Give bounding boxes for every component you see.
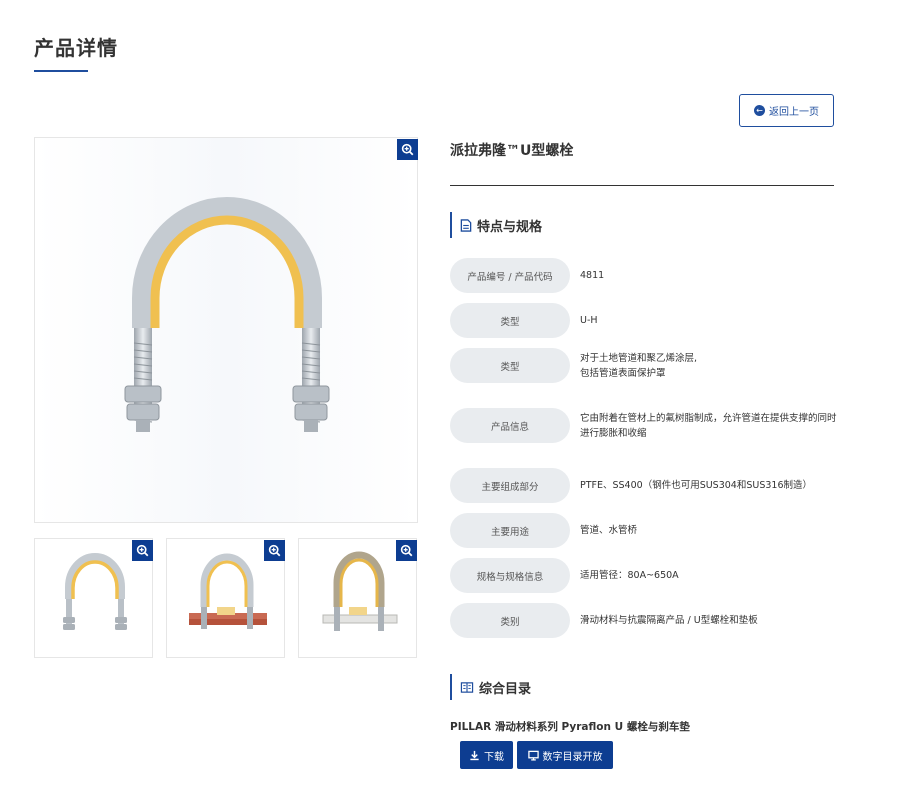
digital-catalog-button-label: 数字目录开放 (542, 751, 603, 763)
back-button[interactable]: ← 返回上一页 (739, 94, 834, 127)
spec-label: 类型 (450, 348, 570, 383)
monitor-icon (527, 750, 539, 761)
main-product-image[interactable] (34, 137, 418, 523)
spec-label: 类别 (450, 603, 570, 638)
download-button-label: 下载 (484, 751, 504, 763)
spec-label: 主要用途 (450, 513, 570, 548)
spec-row: 类别 滑动材料与抗震隔离产品 / U型螺栓和垫板 (450, 603, 840, 638)
spec-value: 管道、水管桥 (580, 525, 638, 536)
spec-row: 类型 对于土地管道和聚乙烯涂层, 包括管道表面保护罩 (450, 348, 840, 383)
catalog-item-title: PILLAR 滑动材料系列 Pyraflon U 螺栓与刹车垫 (450, 721, 690, 733)
download-icon (470, 750, 479, 760)
zoom-in-icon[interactable] (397, 139, 418, 160)
spec-row: 主要用途 管道、水管桥 (450, 513, 840, 548)
thumbnail-1[interactable] (34, 538, 153, 658)
spec-row: 规格与规格信息 适用管径：80A~650A (450, 558, 840, 593)
spec-value: 4811 (580, 270, 605, 281)
spec-value: 适用管径：80A~650A (580, 570, 679, 581)
zoom-in-icon[interactable] (396, 540, 417, 561)
digital-catalog-button[interactable]: 数字目录开放 (517, 741, 613, 769)
specs-section-heading: 特点与规格 (450, 212, 542, 238)
catalog-section-title: 综合目录 (479, 681, 532, 697)
product-name: 派拉弗隆™U型螺栓 (450, 143, 574, 159)
arrow-left-icon: ← (754, 105, 765, 116)
spec-label: 规格与规格信息 (450, 558, 570, 593)
download-button[interactable]: 下载 (460, 741, 513, 769)
spec-label: 主要组成部分 (450, 468, 570, 503)
spec-label: 产品信息 (450, 408, 570, 443)
document-icon (460, 218, 472, 232)
spec-value: 滑动材料与抗震隔离产品 / U型螺栓和垫板 (580, 615, 758, 626)
spec-value: PTFE、SS400（钢件也可用SUS304和SUS316制造） (580, 480, 812, 491)
thumbnail-3[interactable] (298, 538, 417, 658)
spec-label: 类型 (450, 303, 570, 338)
u-bolt-illustration (124, 197, 330, 432)
page-title: 产品详情 (34, 36, 118, 60)
spec-value: 它由附着在管材上的氟树脂制成，允许管道在提供支撑的同时进行膨胀和收缩 (580, 412, 837, 439)
spec-row: 类型 U-H (450, 303, 840, 338)
back-button-label: 返回上一页 (769, 107, 819, 118)
spec-row: 产品信息 它由附着在管材上的氟树脂制成，允许管道在提供支撑的同时进行膨胀和收缩 (450, 408, 840, 443)
specs-section-title: 特点与规格 (477, 219, 543, 235)
spec-row: 产品编号 / 产品代码 4811 (450, 258, 840, 293)
title-underline (34, 70, 88, 72)
divider (450, 185, 834, 186)
thumbnail-2[interactable] (166, 538, 285, 658)
spec-value: U-H (580, 315, 598, 326)
zoom-in-icon[interactable] (132, 540, 153, 561)
spec-value: 对于土地管道和聚乙烯涂层, 包括管道表面保护罩 (580, 352, 698, 379)
spec-row: 主要组成部分 PTFE、SS400（钢件也可用SUS304和SUS316制造） (450, 468, 840, 503)
spec-label: 产品编号 / 产品代码 (450, 258, 570, 293)
catalog-book-icon (460, 681, 474, 693)
zoom-in-icon[interactable] (264, 540, 285, 561)
catalog-section-heading: 综合目录 (450, 674, 531, 700)
